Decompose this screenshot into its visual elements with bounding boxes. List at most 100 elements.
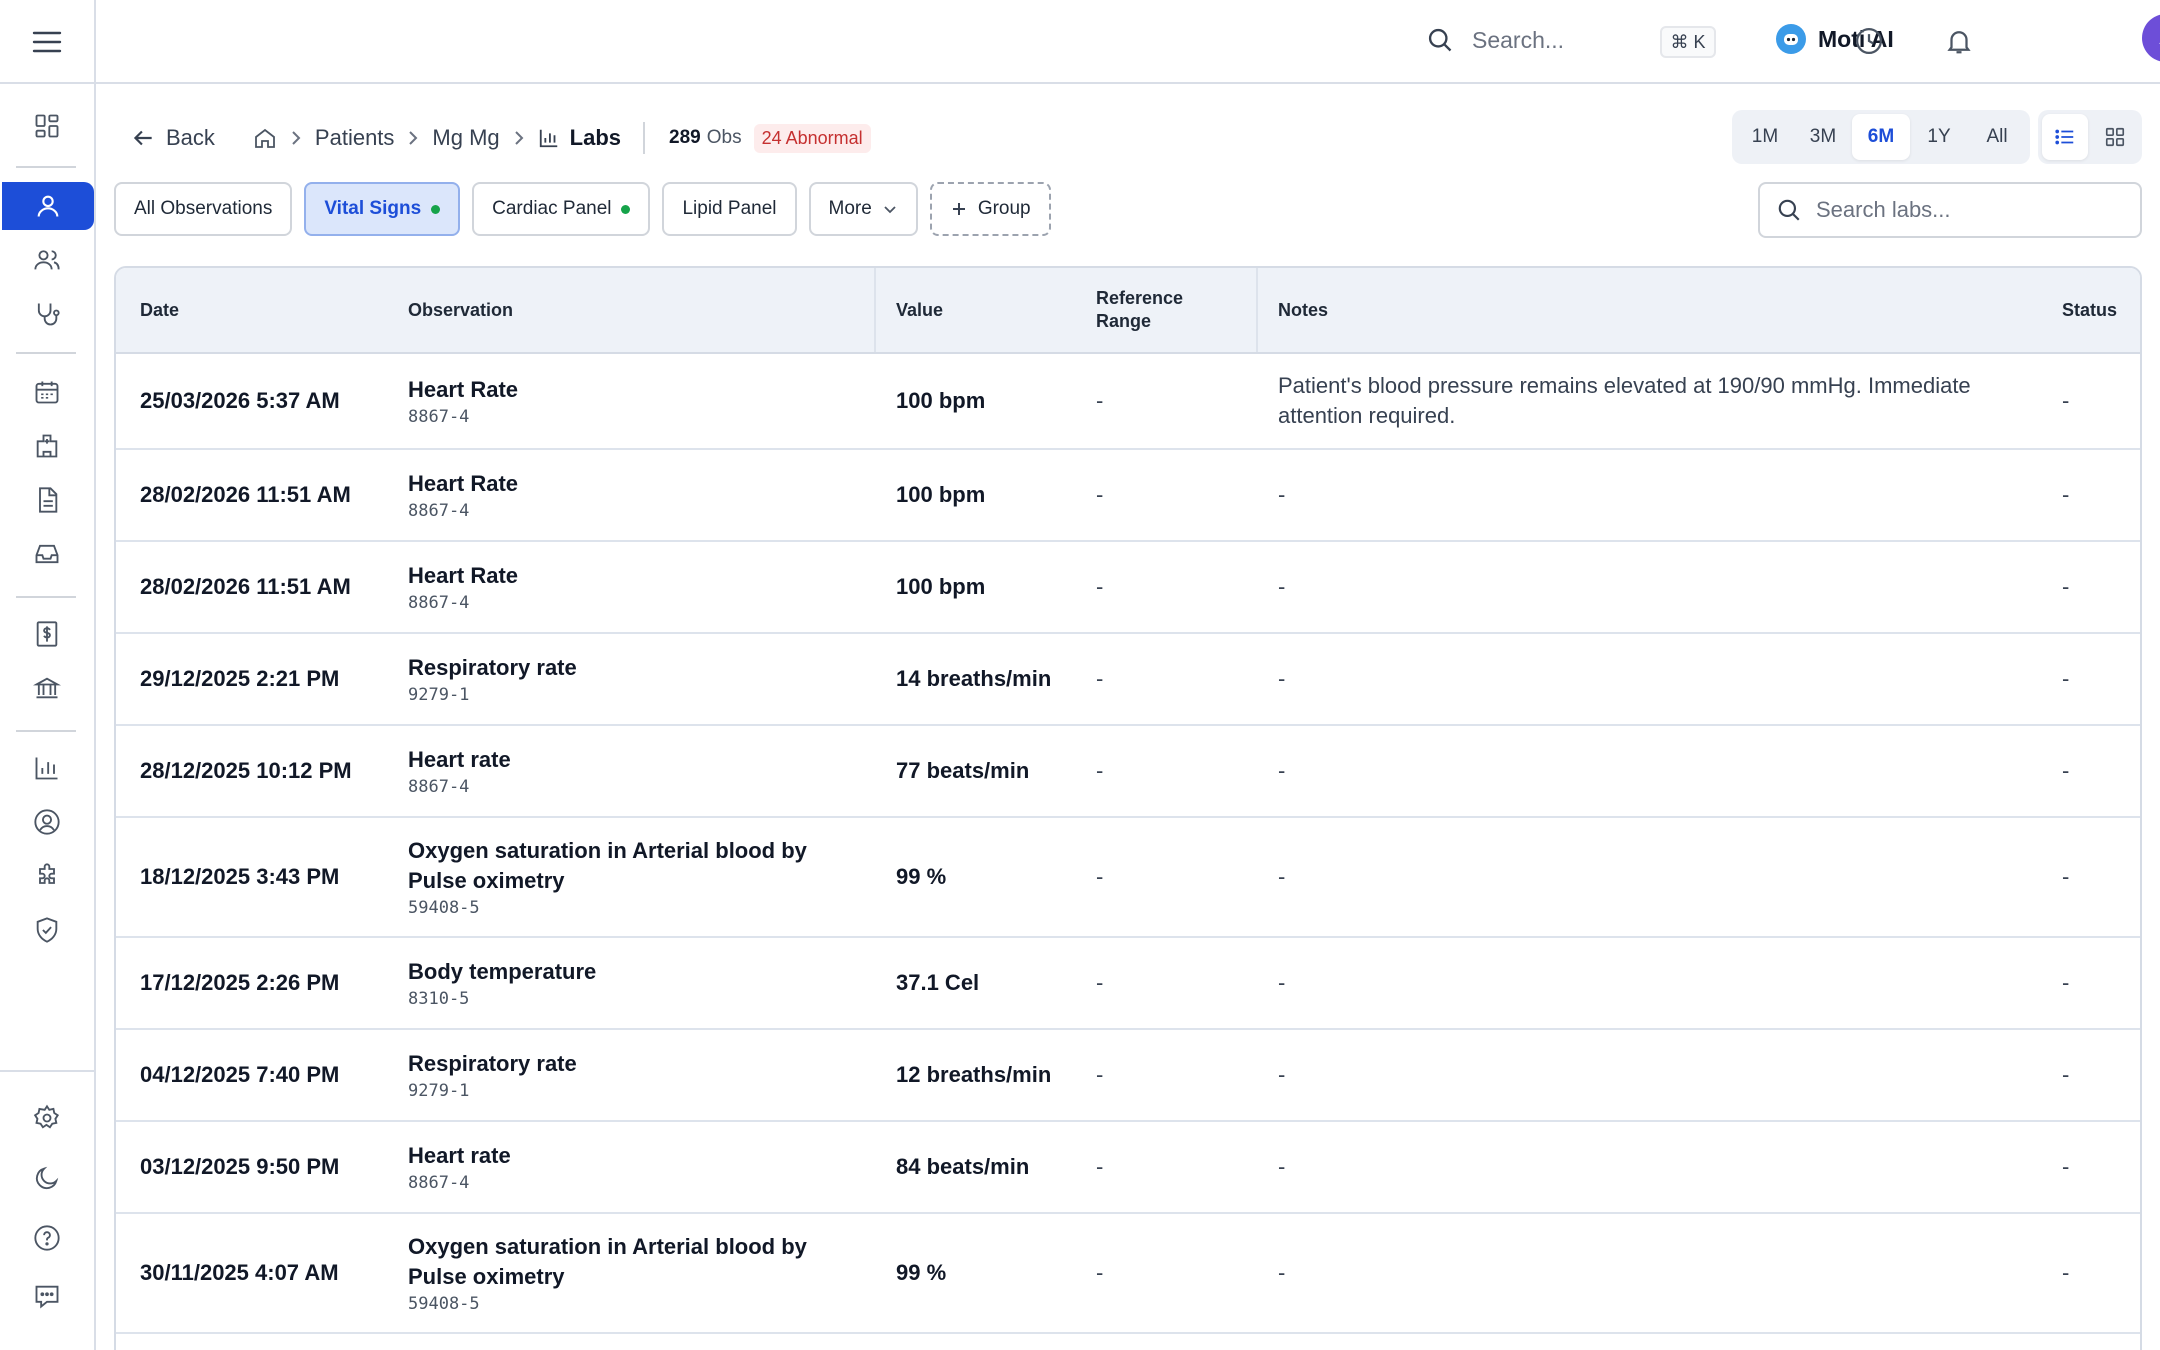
avatar[interactable]: A	[2142, 14, 2160, 62]
menu-icon[interactable]	[0, 18, 94, 66]
cell-observation: Heart Rate 8867-4	[408, 450, 838, 540]
observation-code: 8310-5	[408, 989, 470, 1009]
reference-text: -	[1096, 1062, 1104, 1087]
status-text: -	[2062, 1154, 2070, 1179]
cell-observation: Respiratory rate 9279-1	[408, 1030, 838, 1120]
table-row[interactable]: 28/02/2026 11:51 AM Heart Rate 8867-4 100 b…	[116, 542, 2140, 634]
cell-notes: -	[1278, 726, 2038, 816]
table-row[interactable]: 18/12/2025 3:43 PM Oxygen saturation in A…	[116, 818, 2140, 938]
plus-icon	[952, 203, 965, 215]
moon-icon[interactable]	[0, 1154, 94, 1202]
lab-search-field[interactable]	[1758, 182, 2142, 238]
back-button[interactable]: Back	[130, 125, 215, 151]
labs-table: Date Observation Value Reference Range N…	[114, 266, 2142, 1350]
cell-date: 28/12/2025 10:12 PM	[140, 726, 352, 816]
range-6m[interactable]: 6M	[1852, 114, 1910, 160]
header-notes[interactable]: Notes	[1278, 268, 1328, 352]
settings-icon[interactable]	[0, 1094, 94, 1142]
shield-check-icon[interactable]	[0, 906, 94, 954]
table-row[interactable]: 04/12/2025 7:40 PM Respiratory rate 9279-1…	[116, 1030, 2140, 1122]
home-icon[interactable]	[253, 126, 277, 150]
cell-status: -	[2062, 818, 2069, 936]
cell-notes: -	[1278, 1030, 2038, 1120]
billing-icon[interactable]	[0, 610, 94, 658]
cell-date: 28/02/2026 11:51 AM	[140, 450, 351, 540]
hospital-icon[interactable]	[0, 422, 94, 470]
header-value[interactable]: Value	[896, 268, 943, 352]
document-icon[interactable]	[0, 476, 94, 524]
reference-text: -	[1096, 864, 1104, 889]
status-text: -	[2062, 864, 2070, 889]
cell-observation: Heart rate 8867-4	[408, 1122, 838, 1212]
filter-vital-signs[interactable]: Vital Signs	[304, 182, 461, 236]
global-search[interactable]: Search...	[1426, 26, 1564, 54]
notes-text: -	[1278, 482, 1286, 507]
cell-status: -	[2062, 1030, 2069, 1120]
value-text: 37.1 Cel	[896, 970, 980, 995]
table-row[interactable]: 29/12/2025 2:21 PM Respiratory rate 9279-1…	[116, 634, 2140, 726]
status-text: -	[2062, 1260, 2070, 1285]
range-1m[interactable]: 1M	[1736, 114, 1794, 160]
table-row[interactable]: 03/12/2025 9:50 PM Heart rate 8867-4 84 bea…	[116, 1122, 2140, 1214]
date-text: 18/12/2025 3:43 PM	[140, 864, 340, 889]
bank-icon[interactable]	[0, 664, 94, 712]
cell-status: -	[2062, 450, 2069, 540]
cell-value: 12 breaths/min	[896, 1030, 1051, 1120]
range-all[interactable]: All	[1968, 114, 2026, 160]
bell-icon[interactable]	[1944, 26, 1974, 56]
help-icon[interactable]	[0, 1214, 94, 1262]
cell-date: 04/12/2025 7:40 PM	[140, 1030, 339, 1120]
table-row[interactable]: 17/12/2025 2:26 PM Body temperature 8310-5…	[116, 938, 2140, 1030]
user-circle-icon[interactable]	[0, 798, 94, 846]
dashboard-icon[interactable]	[0, 102, 94, 150]
cell-value: 100 bpm	[896, 354, 985, 448]
header-status[interactable]: Status	[2062, 268, 2117, 352]
filter-lipid-panel[interactable]: Lipid Panel	[662, 182, 797, 236]
breadcrumb-patient-name[interactable]: Mg Mg	[432, 125, 499, 151]
list-view-icon[interactable]	[2042, 114, 2088, 160]
filter-more-dropdown[interactable]: More	[808, 182, 918, 236]
cell-observation: Body temperature 8310-5	[408, 938, 838, 1028]
chat-icon[interactable]	[0, 1272, 94, 1320]
status-text: -	[2062, 758, 2070, 783]
range-3m[interactable]: 3M	[1794, 114, 1852, 160]
status-dot	[621, 204, 631, 214]
filter-cardiac-panel[interactable]: Cardiac Panel	[472, 182, 651, 236]
cell-status: -	[2062, 1214, 2069, 1332]
range-1y[interactable]: 1Y	[1910, 114, 1968, 160]
chart-icon[interactable]	[0, 744, 94, 792]
grid-view-icon[interactable]	[2092, 114, 2138, 160]
observation-name: Body temperature	[408, 959, 597, 984]
filter-all-observations[interactable]: All Observations	[114, 182, 293, 236]
observation-name: Heart Rate	[408, 471, 519, 496]
table-row[interactable]: 28/12/2025 10:12 PM Heart rate 8867-4 77 be…	[116, 726, 2140, 818]
header-observation[interactable]: Observation	[408, 268, 513, 352]
add-group-button[interactable]: Group	[929, 182, 1051, 236]
history-icon[interactable]	[1854, 26, 1884, 56]
patient-icon[interactable]	[2, 182, 94, 230]
date-text: 28/02/2026 11:51 AM	[140, 482, 351, 507]
cell-date: 18/12/2025 3:43 PM	[140, 818, 339, 936]
cell-value: 37.1 Cel	[896, 938, 979, 1028]
cell-observation: Heart rate 8867-4	[408, 726, 838, 816]
puzzle-icon[interactable]	[0, 852, 94, 900]
calendar-icon[interactable]	[0, 368, 94, 416]
table-row[interactable]: 30/11/2025 4:07 AM Oxygen saturation in A…	[116, 1214, 2140, 1334]
date-text: 25/03/2026 5:37 AM	[140, 388, 340, 413]
stethoscope-icon[interactable]	[0, 290, 94, 338]
lab-search-input[interactable]	[1816, 197, 2116, 223]
status-text: -	[2062, 388, 2070, 413]
table-row[interactable]: 28/02/2026 11:51 AM Heart Rate 8867-4 100 b…	[116, 450, 2140, 542]
observation-name: Heart Rate	[408, 377, 519, 402]
breadcrumb-patients[interactable]: Patients	[315, 125, 395, 151]
table-row[interactable]: 25/03/2026 5:37 AM Heart Rate 8867-4 100 bp…	[116, 354, 2140, 450]
header-reference-range[interactable]: Reference Range	[1096, 268, 1183, 352]
cell-notes: -	[1278, 1214, 2038, 1332]
inbox-icon[interactable]	[0, 530, 94, 578]
header-date[interactable]: Date	[140, 268, 179, 352]
observation-code: 8867-4	[408, 1173, 470, 1193]
users-icon[interactable]	[0, 236, 94, 284]
breadcrumb: Back Patients Mg Mg Labs 289 Obs 24 Abno…	[130, 120, 871, 156]
time-range-selector: 1M 3M 6M 1Y All	[1732, 110, 2030, 164]
reference-text: -	[1096, 1154, 1104, 1179]
